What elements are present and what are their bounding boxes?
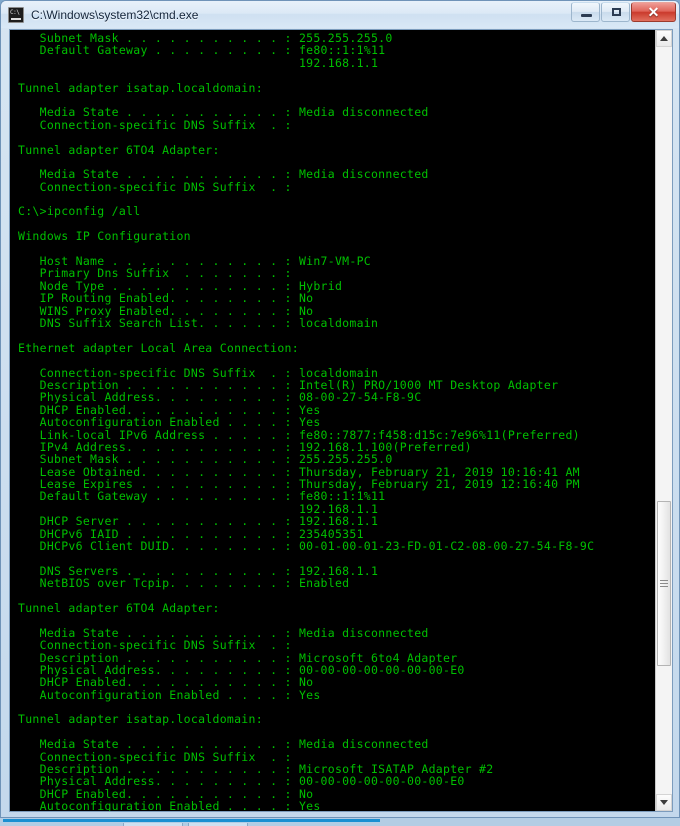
cmd-window: C:\Windows\system32\cmd.exe ✕ Subnet Mas… xyxy=(0,0,680,818)
console-line: Windows IP Configuration xyxy=(18,229,191,244)
console-client-area[interactable]: Subnet Mask . . . . . . . . . . . : 255.… xyxy=(9,29,673,812)
console-line: Media State . . . . . . . . . . . : Medi… xyxy=(18,737,429,752)
console-line: Subnet Mask . . . . . . . . . . . : 255.… xyxy=(18,452,393,467)
window-controls: ✕ xyxy=(571,2,676,22)
scrollbar-track[interactable] xyxy=(656,47,672,794)
console-line: Default Gateway . . . . . . . . . : fe80… xyxy=(18,43,386,58)
console-line: DHCPv6 Client DUID. . . . . . . . : 00-0… xyxy=(18,539,595,554)
console-line: Autoconfiguration Enabled . . . . : Yes xyxy=(18,687,321,702)
console-line: Connection-specific DNS Suffix . : xyxy=(18,179,292,194)
console-line: Ethernet adapter Local Area Connection: xyxy=(18,340,299,355)
console-line: Physical Address. . . . . . . . . : 08-0… xyxy=(18,390,422,405)
console-line: Primary Dns Suffix . . . . . . . : xyxy=(18,266,292,281)
scroll-down-arrow-icon[interactable] xyxy=(656,794,672,811)
console-line: Connection-specific DNS Suffix . : xyxy=(18,117,292,132)
scrollbar-grip-icon xyxy=(660,580,668,587)
console-line: Autoconfiguration Enabled . . . . : Yes xyxy=(18,799,321,811)
minimize-icon xyxy=(581,14,592,17)
maximize-button[interactable] xyxy=(601,2,630,22)
console-line: Default Gateway . . . . . . . . . : fe80… xyxy=(18,489,386,504)
console-line: NetBIOS over Tcpip. . . . . . . . : Enab… xyxy=(18,576,350,591)
minimize-button[interactable] xyxy=(571,2,600,22)
triangle-down-icon xyxy=(660,800,668,805)
console-output: Subnet Mask . . . . . . . . . . . : 255.… xyxy=(10,30,655,811)
maximize-icon xyxy=(612,8,621,16)
console-line: Tunnel adapter 6TO4 Adapter: xyxy=(18,142,220,157)
title-bar[interactable]: C:\Windows\system32\cmd.exe ✕ xyxy=(1,1,679,28)
console-line: Tunnel adapter isatap.localdomain: xyxy=(18,80,263,95)
vertical-scrollbar[interactable] xyxy=(655,30,672,811)
console-line: IP Routing Enabled. . . . . . . . : No xyxy=(18,291,314,306)
console-line: 192.168.1.1 xyxy=(18,55,379,70)
console-line: DHCP Server . . . . . . . . . . . : 192.… xyxy=(18,514,379,529)
console-line: Physical Address. . . . . . . . . : 00-0… xyxy=(18,774,465,789)
console-line: DNS Suffix Search List. . . . . . : loca… xyxy=(18,315,379,330)
console-line: Tunnel adapter 6TO4 Adapter: xyxy=(18,600,220,615)
window-title: C:\Windows\system32\cmd.exe xyxy=(31,7,199,22)
console-line: C:\>ipconfig /all xyxy=(18,204,141,219)
scrollbar-thumb[interactable] xyxy=(657,501,671,666)
console-line: Media State . . . . . . . . . . . : Medi… xyxy=(18,167,429,182)
scroll-up-arrow-icon[interactable] xyxy=(656,30,672,47)
console-line: Media State . . . . . . . . . . . : Medi… xyxy=(18,105,429,120)
close-button[interactable]: ✕ xyxy=(631,2,676,22)
triangle-up-icon xyxy=(660,36,668,41)
console-line: Autoconfiguration Enabled . . . . : Yes xyxy=(18,415,321,430)
console-line: DHCP Enabled. . . . . . . . . . . : No xyxy=(18,675,314,690)
console-line: Tunnel adapter isatap.localdomain: xyxy=(18,712,263,727)
close-icon: ✕ xyxy=(647,4,660,20)
console-line: Connection-specific DNS Suffix . : xyxy=(18,638,292,653)
console-icon xyxy=(8,6,24,23)
background-window-accent xyxy=(3,819,380,822)
